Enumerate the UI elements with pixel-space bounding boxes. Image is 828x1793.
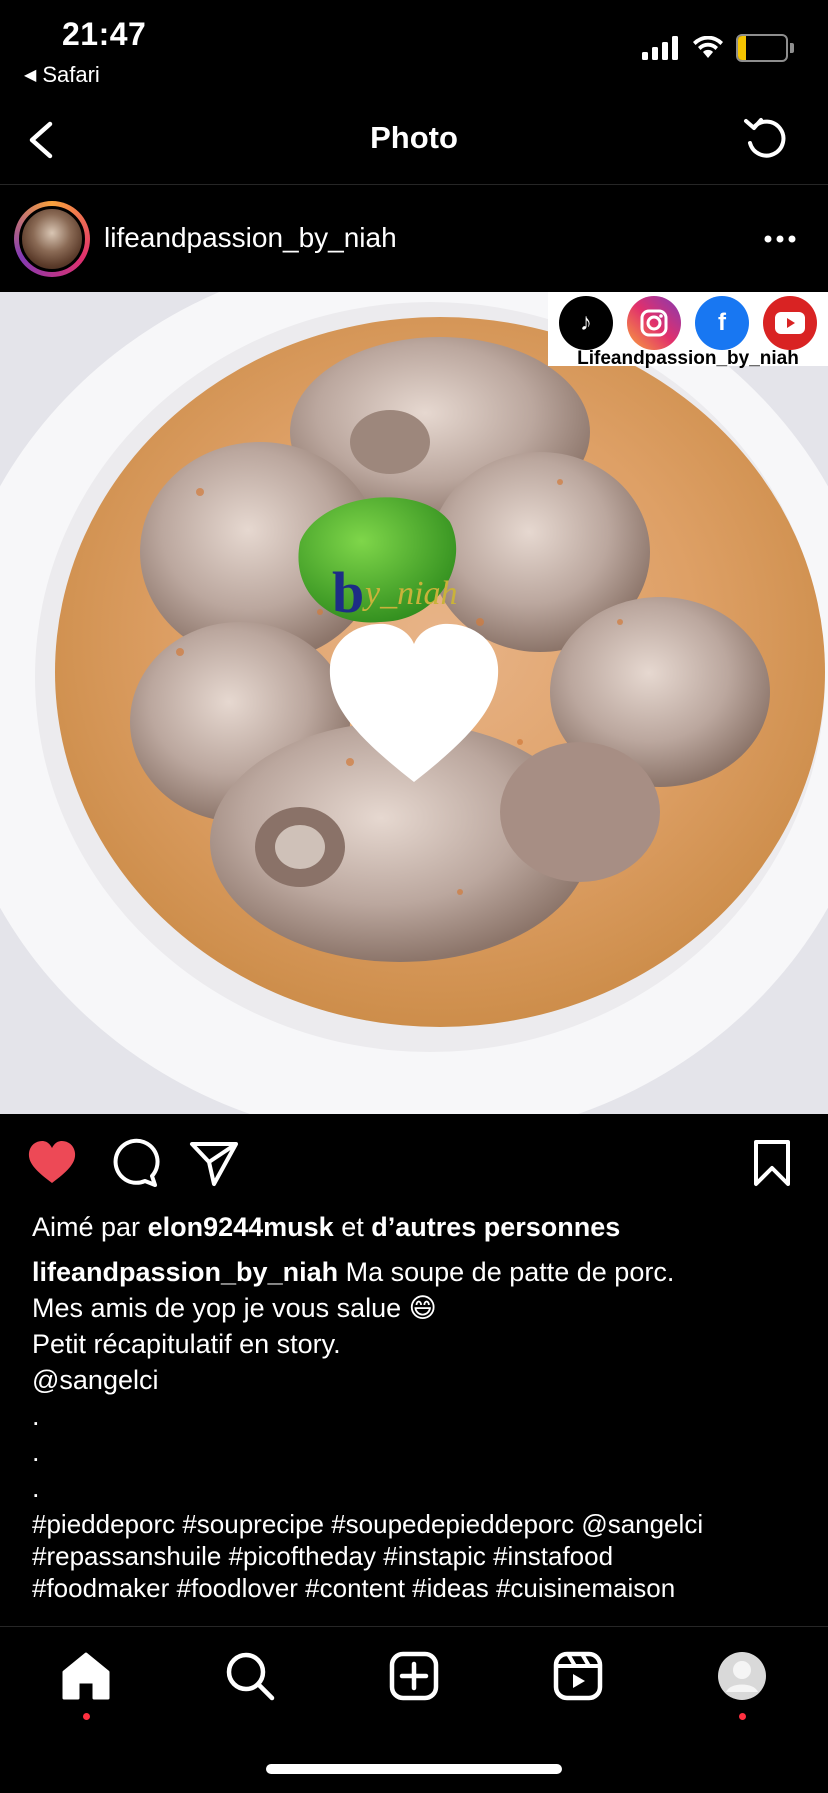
- tiktok-icon: ♪: [559, 296, 613, 350]
- ellipsis-icon[interactable]: [760, 224, 800, 254]
- profile-icon: [718, 1652, 766, 1700]
- comment-icon[interactable]: [108, 1138, 160, 1188]
- tab-create[interactable]: [386, 1648, 442, 1704]
- back-to-safari[interactable]: ◀ Safari: [24, 62, 100, 88]
- back-triangle-icon: ◀: [24, 67, 37, 84]
- page-title: Photo: [370, 120, 458, 155]
- tab-home[interactable]: [58, 1648, 114, 1720]
- tab-search[interactable]: [222, 1648, 278, 1704]
- caption-mention[interactable]: @sangelci: [32, 1362, 802, 1398]
- caption-hashtags: #pieddeporc #souprecipe #soupedepieddepo…: [32, 1508, 812, 1604]
- avatar-image: [19, 206, 85, 272]
- search-icon: [226, 1652, 275, 1701]
- post-caption: lifeandpassion_by_niah Ma soupe de patte…: [32, 1254, 802, 1506]
- cellular-signal-icon: [642, 36, 678, 60]
- tab-profile[interactable]: [714, 1648, 770, 1720]
- hashtag-line[interactable]: #foodmaker #foodlover #content #ideas #c…: [32, 1572, 812, 1604]
- refresh-icon[interactable]: [742, 115, 790, 163]
- soup-bowl-image: b y_niah: [0, 292, 828, 1114]
- liked-by-user[interactable]: elon9244musk: [148, 1212, 334, 1242]
- caption-line: Mes amis de yop je vous salue 😄: [32, 1293, 437, 1323]
- post-username[interactable]: lifeandpassion_by_niah: [104, 222, 397, 254]
- caption-line: .: [32, 1401, 40, 1431]
- share-icon[interactable]: [188, 1138, 240, 1188]
- liked-by-prefix: Aimé par: [32, 1212, 141, 1242]
- notification-dot: [738, 1713, 746, 1720]
- home-indicator[interactable]: [266, 1764, 562, 1774]
- caption-first-line: Ma soupe de patte de porc.: [345, 1257, 675, 1287]
- post-photo[interactable]: b y_niah: [0, 292, 828, 1114]
- back-app-label: Safari: [42, 62, 100, 87]
- watermark-text: y_niah: [362, 575, 458, 612]
- social-watermark: ♪ f Lifeandpassion_by_niah: [548, 292, 828, 369]
- tab-reels[interactable]: [550, 1648, 606, 1704]
- avatar[interactable]: [14, 201, 90, 277]
- facebook-icon: f: [695, 296, 749, 350]
- header-divider: [0, 184, 828, 185]
- youtube-icon: [763, 296, 817, 350]
- home-icon: [62, 1652, 110, 1700]
- liked-by-joiner: et: [341, 1212, 364, 1242]
- status-indicators: 10: [642, 34, 794, 62]
- caption-line: Petit récapitulatif en story.: [32, 1329, 341, 1359]
- bookmark-icon[interactable]: [746, 1138, 798, 1188]
- liked-by-others[interactable]: d’autres personnes: [371, 1212, 620, 1242]
- battery-level: 10: [751, 37, 773, 58]
- create-icon: [389, 1651, 439, 1701]
- caption-line: .: [32, 1473, 40, 1503]
- status-time: 21:47: [62, 16, 147, 52]
- reels-icon: [553, 1651, 603, 1701]
- social-handle: Lifeandpassion_by_niah: [577, 348, 799, 369]
- hashtag-line[interactable]: #pieddeporc #souprecipe #soupedepieddepo…: [32, 1508, 812, 1540]
- watermark-logo: b: [332, 560, 364, 625]
- liked-by[interactable]: Aimé par elon9244musk et d’autres person…: [32, 1212, 620, 1243]
- heart-filled-icon[interactable]: [26, 1138, 78, 1188]
- notification-dot: [82, 1713, 90, 1720]
- caption-line: .: [32, 1437, 40, 1467]
- wifi-icon: [693, 36, 723, 58]
- hashtag-line[interactable]: #repassanshuile #picoftheday #instapic #…: [32, 1540, 812, 1572]
- battery-icon: 10: [736, 34, 788, 62]
- caption-username[interactable]: lifeandpassion_by_niah: [32, 1257, 338, 1287]
- instagram-icon: [627, 296, 681, 350]
